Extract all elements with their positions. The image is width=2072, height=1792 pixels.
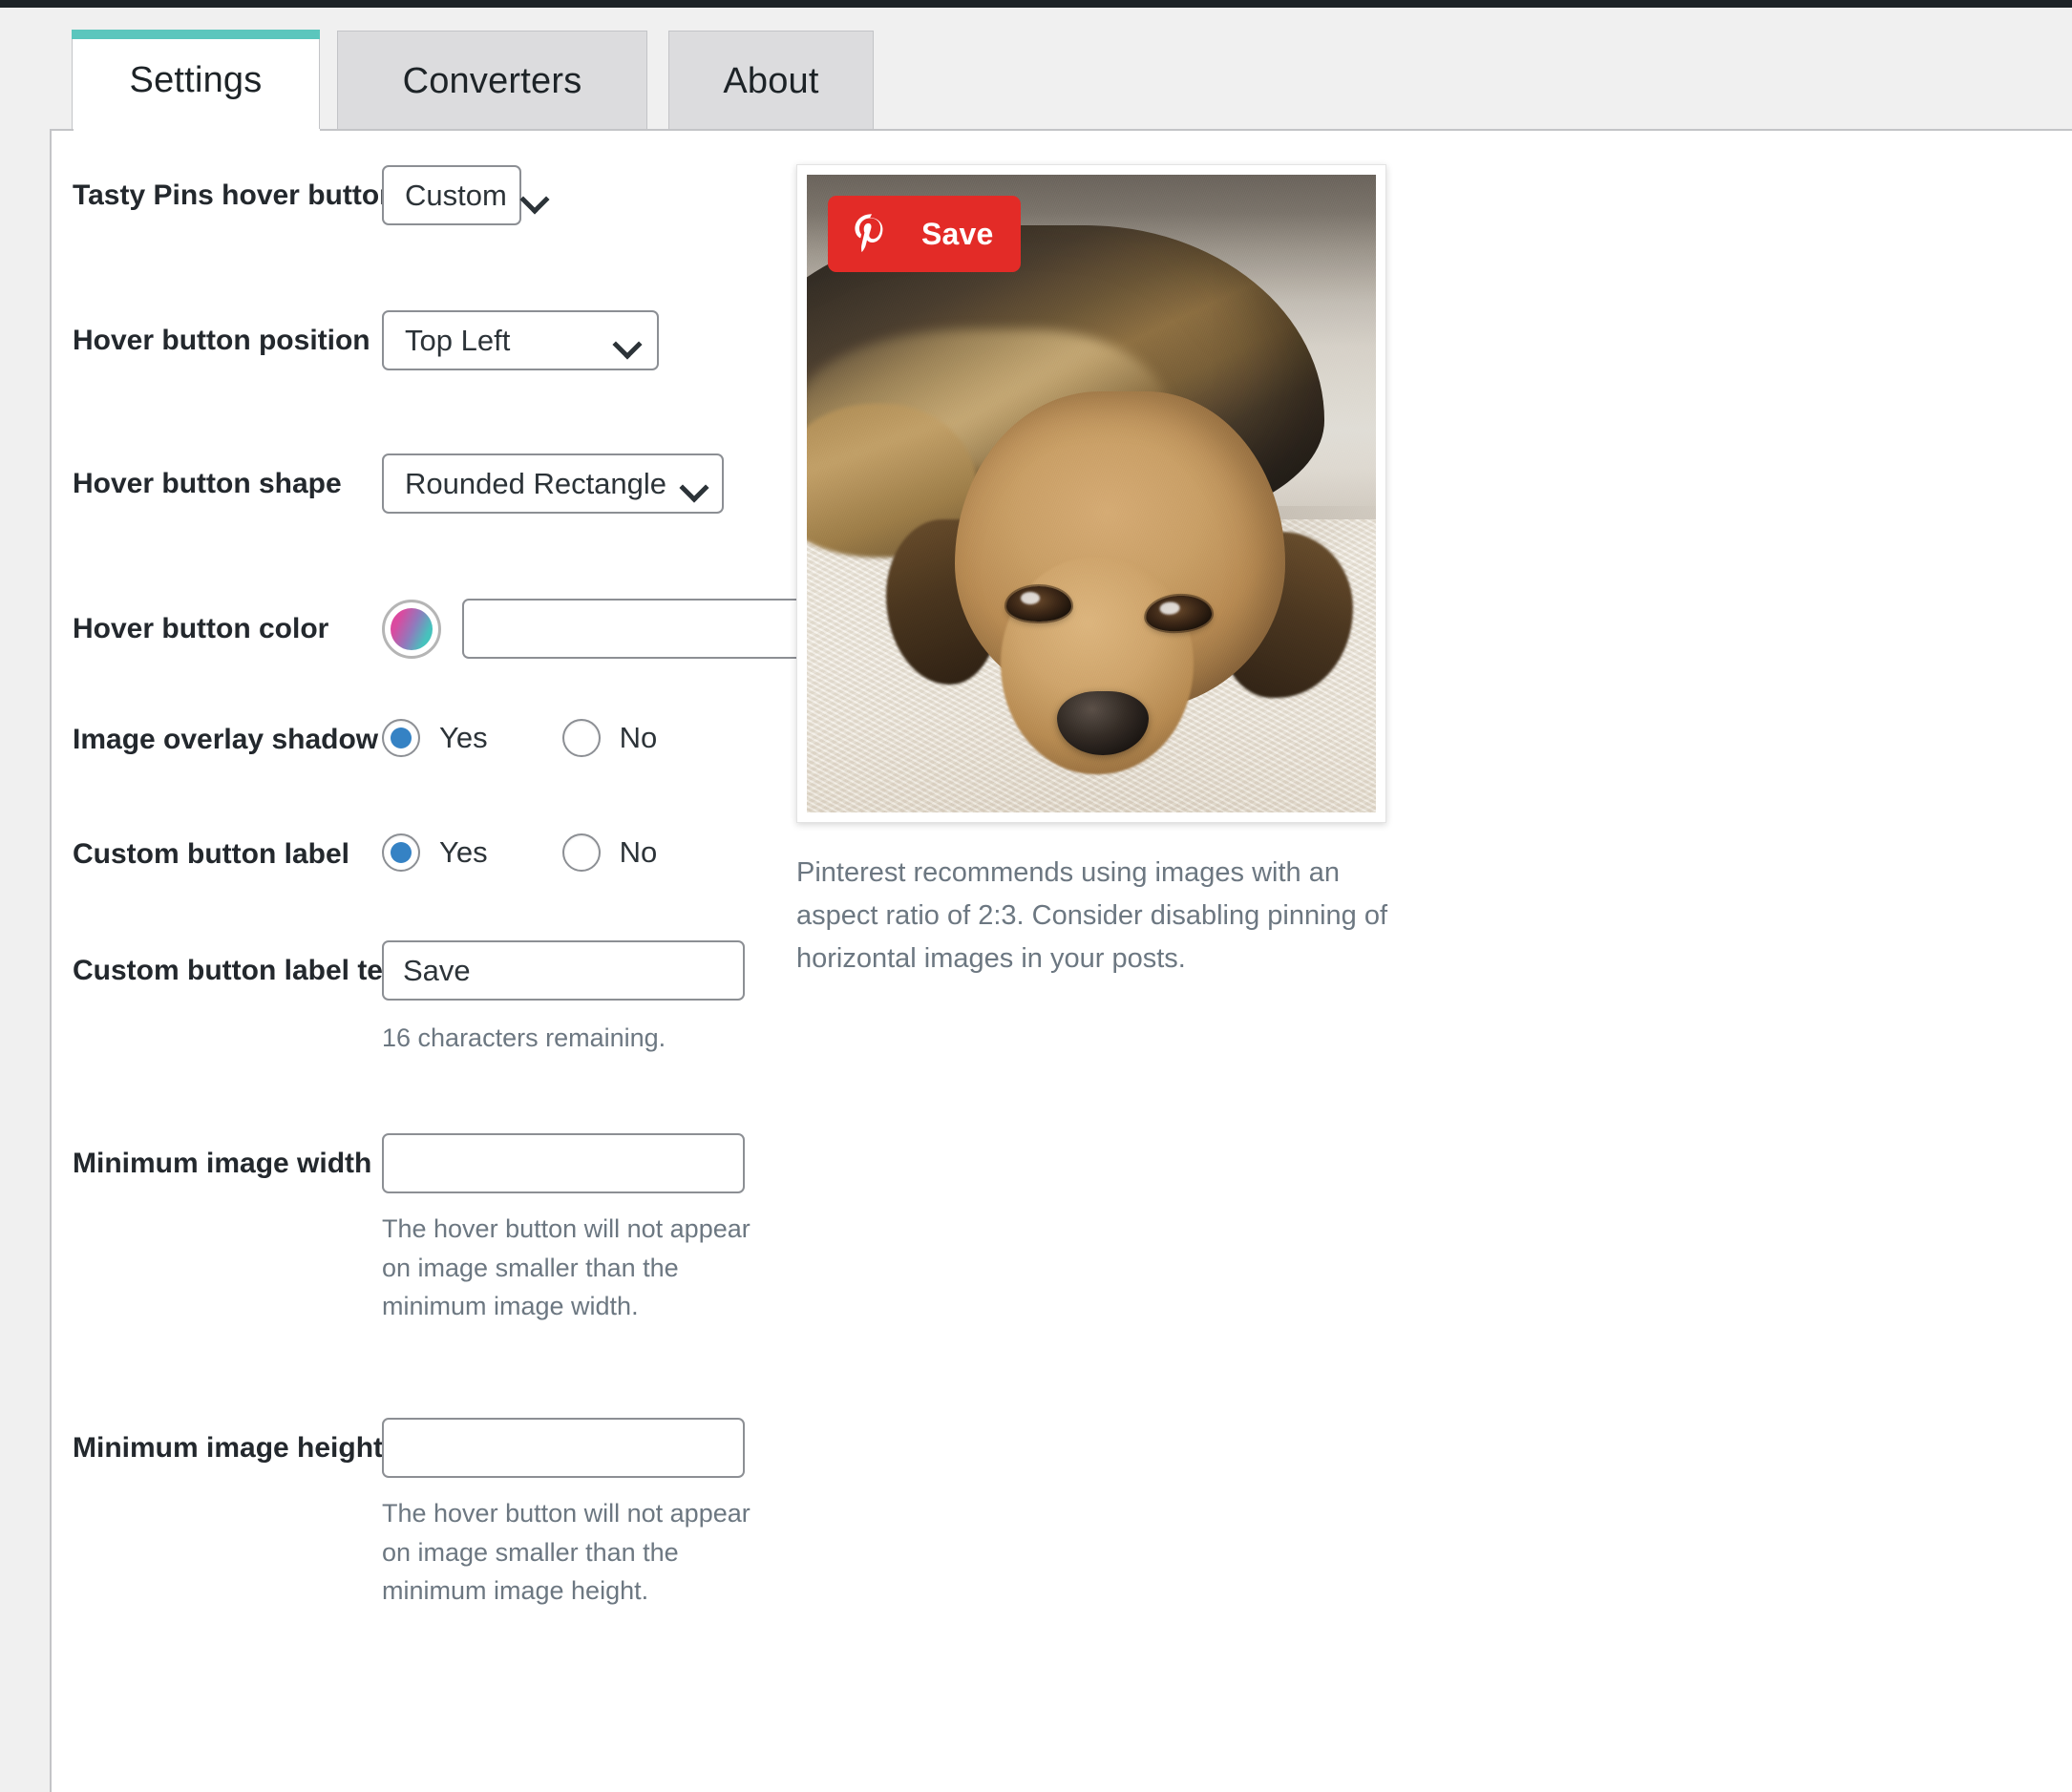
minimum-image-height-helper: The hover button will not appear on imag… [382,1494,783,1611]
minimum-image-width-helper: The hover button will not appear on imag… [382,1210,783,1326]
field-minimum-image-width [382,1133,745,1193]
pinterest-save-label: Save [921,217,994,252]
preview-dog-photo: Save [807,175,1376,812]
tab-strip: Settings Converters About [0,8,2072,129]
tab-settings-label: Settings [130,60,263,101]
custom-button-label-text-helper: 16 characters remaining. [382,1019,783,1058]
field-hover-shape: Rounded Rectangle [382,453,724,514]
hover-position-select-value: Top Left [405,324,510,358]
custom-button-label-yes-label: Yes [439,835,488,870]
row-minimum-image-height: Minimum image height The hover button wi… [52,1418,1064,1666]
radio-icon-checked[interactable] [382,833,420,872]
tab-converters[interactable]: Converters [337,31,647,131]
field-custom-button-label-text [382,940,745,1001]
overlay-shadow-no-label: No [620,721,658,755]
chevron-down-icon [522,189,545,202]
color-swatch-button[interactable] [382,600,441,659]
radio-icon-unchecked[interactable] [562,833,601,872]
admin-bar [0,0,2072,8]
field-hover-button: Custom [382,165,521,225]
hover-shape-select-value: Rounded Rectangle [405,467,666,501]
custom-button-label-text-input[interactable] [382,940,745,1001]
custom-button-label-yes[interactable]: Yes [382,833,488,872]
pinterest-icon [849,211,895,257]
field-overlay-shadow: Yes No [382,719,657,757]
tab-about-label: About [723,61,818,102]
radio-icon-checked[interactable] [382,719,420,757]
minimum-image-width-input[interactable] [382,1133,745,1193]
color-swatch-gradient [391,608,433,650]
hover-shape-select[interactable]: Rounded Rectangle [382,453,724,514]
tab-about[interactable]: About [668,31,874,131]
preview-column: Save Pinterest recommends using images w… [796,164,1388,980]
overlay-shadow-no[interactable]: No [562,719,658,757]
tab-converters-label: Converters [403,61,582,102]
row-minimum-image-width: Minimum image width The hover button wil… [52,1133,1064,1381]
minimum-image-height-input[interactable] [382,1418,745,1478]
custom-button-label-radio-group: Yes No [382,833,657,872]
overlay-shadow-yes-label: Yes [439,721,488,755]
field-custom-button-label: Yes No [382,833,657,872]
overlay-shadow-radio-group: Yes No [382,719,657,757]
chevron-down-icon [682,477,705,491]
preview-caption: Pinterest recommends using images with a… [796,852,1388,980]
custom-button-label-no-label: No [620,835,658,870]
chevron-down-icon [615,334,638,348]
field-minimum-image-height [382,1418,745,1478]
preview-image-frame: Save [796,164,1386,823]
pinterest-save-button[interactable]: Save [828,196,1021,272]
tab-settings[interactable]: Settings [72,31,320,131]
custom-button-label-no[interactable]: No [562,833,658,872]
hover-button-select[interactable]: Custom [382,165,521,225]
field-hover-position: Top Left [382,310,659,370]
hover-button-select-value: Custom [405,179,507,213]
settings-panel: Tasty Pins hover button Custom Hover but… [50,129,2072,1792]
radio-icon-unchecked[interactable] [562,719,601,757]
overlay-shadow-yes[interactable]: Yes [382,719,488,757]
hover-position-select[interactable]: Top Left [382,310,659,370]
